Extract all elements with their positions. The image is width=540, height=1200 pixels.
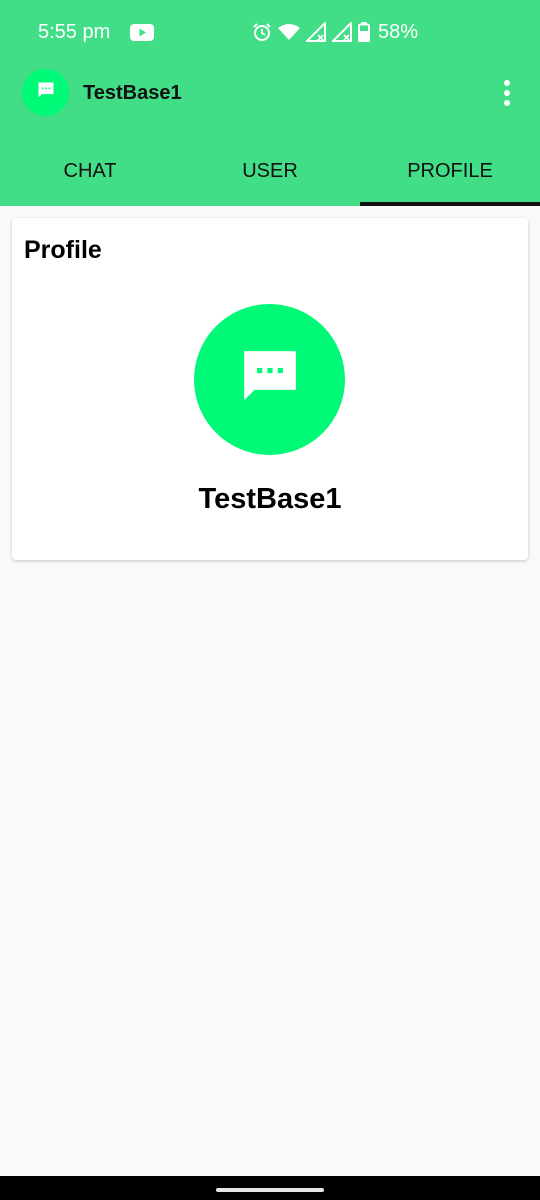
chat-bubble-icon [36, 80, 56, 105]
wifi-icon [278, 23, 306, 41]
profile-heading: Profile [24, 236, 102, 264]
app-header: 5:55 pm 58% TestBase1 CHAT USER PROFILE [0, 0, 540, 206]
signal-icon [332, 22, 358, 42]
status-bar: 5:55 pm 58% [0, 0, 540, 62]
tab-chat[interactable]: CHAT [0, 136, 180, 206]
app-title: TestBase1 [83, 82, 182, 104]
system-nav-bar [0, 1176, 540, 1200]
status-icons: 58% [252, 20, 418, 44]
alarm-icon [252, 22, 278, 42]
tab-bar: CHAT USER PROFILE [0, 136, 540, 206]
tab-profile[interactable]: PROFILE [360, 136, 540, 206]
status-time: 5:55 pm [38, 21, 111, 43]
youtube-icon [130, 24, 154, 41]
signal-icon [306, 22, 332, 42]
battery-icon [358, 22, 376, 42]
app-avatar[interactable] [22, 69, 69, 116]
battery-percent: 58% [378, 21, 419, 43]
tab-user[interactable]: USER [180, 136, 360, 206]
chat-bubble-icon [239, 346, 301, 413]
more-vert-icon[interactable] [492, 74, 522, 112]
home-handle[interactable] [216, 1188, 324, 1192]
profile-avatar [194, 304, 345, 455]
profile-name: TestBase1 [198, 483, 342, 515]
profile-card: Profile TestBase1 [12, 218, 528, 560]
